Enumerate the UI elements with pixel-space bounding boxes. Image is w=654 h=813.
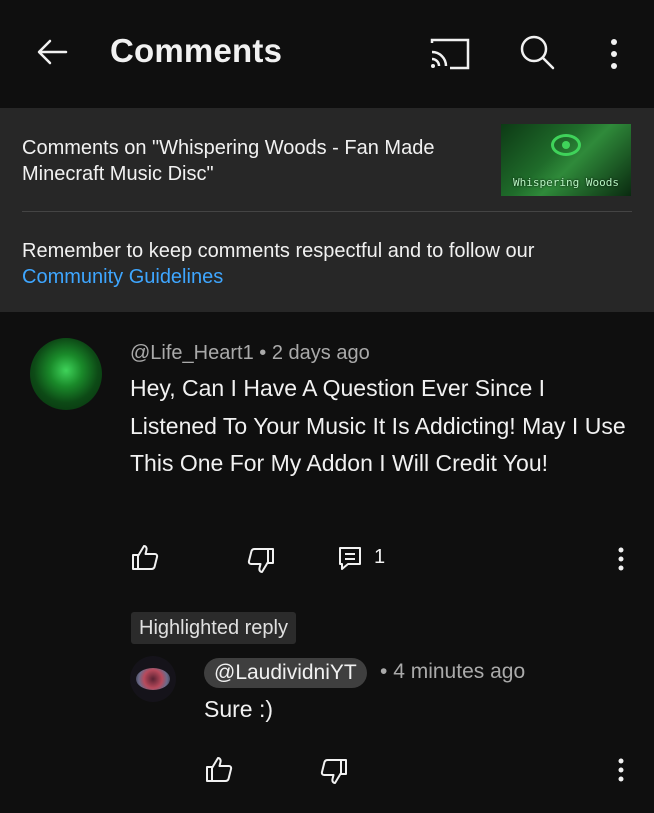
reply-avatar[interactable] xyxy=(130,656,176,702)
meta-separator: • xyxy=(259,342,267,364)
more-vertical-icon[interactable] xyxy=(600,34,628,74)
video-title-context: Comments on "Whispering Woods - Fan Made… xyxy=(22,137,435,185)
video-thumbnail[interactable]: Whispering Woods xyxy=(501,124,631,196)
comment-text: Hey, Can I Have A Question Ever Since I … xyxy=(130,375,626,476)
dislike-icon[interactable] xyxy=(246,546,276,576)
guidelines-notice: Remember to keep comments respectful and… xyxy=(22,238,632,290)
comment-meta: @Life_Heart1 • 2 days ago xyxy=(130,342,370,365)
reply-time: 4 minutes ago xyxy=(393,660,526,683)
thumbnail-label: Whispering Woods xyxy=(513,176,619,189)
avatar[interactable] xyxy=(30,338,102,410)
reply-meta: • 4 minutes ago xyxy=(380,660,525,684)
comment-time: 2 days ago xyxy=(271,342,370,364)
back-arrow-icon[interactable] xyxy=(30,30,74,74)
guidelines-text: Remember to keep comments respectful and… xyxy=(22,240,535,262)
comment-more-icon[interactable] xyxy=(610,544,632,574)
reply-more-icon[interactable] xyxy=(610,755,632,785)
community-guidelines-link[interactable]: Community Guidelines xyxy=(22,266,223,288)
reply-dislike-icon[interactable] xyxy=(319,757,349,787)
reply-icon[interactable] xyxy=(337,545,363,571)
avatar-image xyxy=(136,668,170,690)
divider xyxy=(22,211,632,212)
comments-info-panel: Comments on "Whispering Woods - Fan Made… xyxy=(0,108,654,312)
music-disc-icon xyxy=(551,134,581,156)
reply-text: Sure :) xyxy=(204,696,274,722)
top-app-bar: Comments xyxy=(0,0,654,108)
page-title: Comments xyxy=(110,32,283,69)
like-icon[interactable] xyxy=(130,542,160,572)
reply-like-icon[interactable] xyxy=(204,754,234,784)
highlighted-reply-badge: Highlighted reply xyxy=(131,612,296,644)
reply-author[interactable]: @LaudividniYT xyxy=(204,658,367,688)
reply-count: 1 xyxy=(374,546,386,568)
comment-author[interactable]: @Life_Heart1 xyxy=(130,342,254,364)
search-icon[interactable] xyxy=(516,32,558,74)
cast-icon[interactable] xyxy=(428,34,472,74)
meta-separator: • xyxy=(380,660,388,683)
